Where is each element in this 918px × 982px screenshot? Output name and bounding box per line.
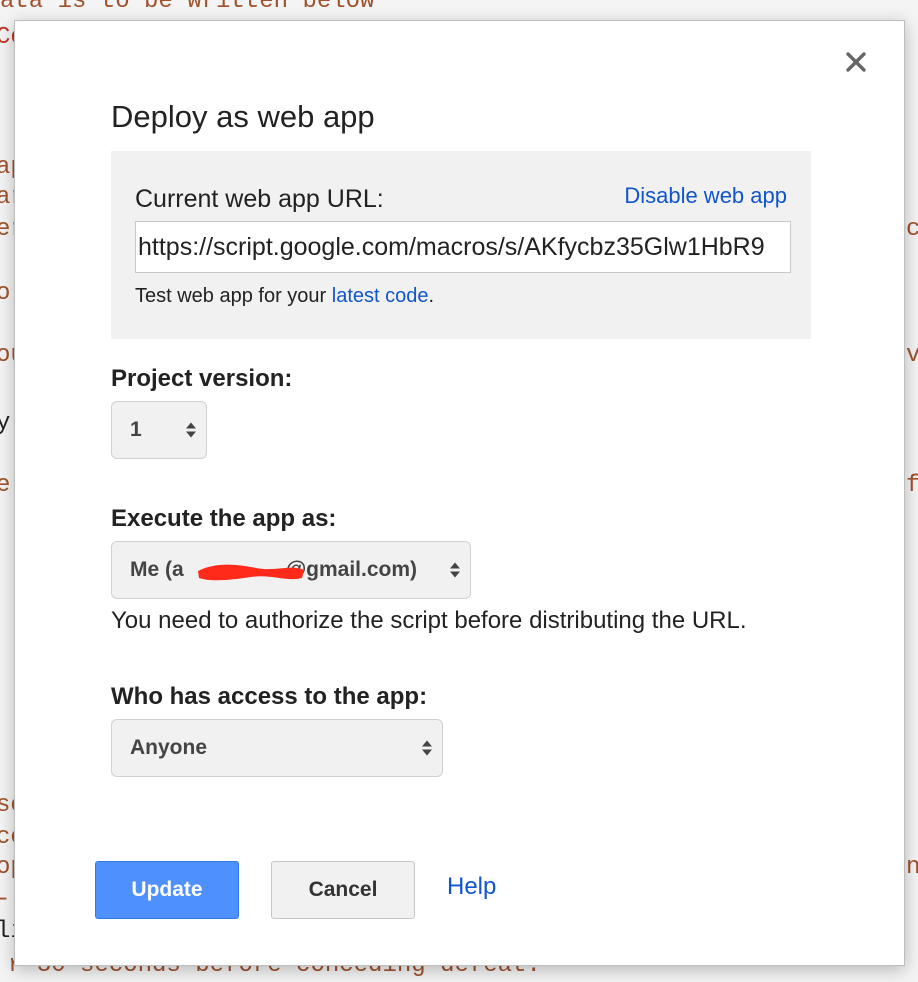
select-arrows-icon: [450, 562, 460, 578]
execute-as-select[interactable]: Me (a @gmail.com): [111, 541, 471, 599]
test-note-suffix: .: [428, 285, 435, 307]
close-icon: [846, 52, 866, 72]
execute-as-value: Me (a @gmail.com): [130, 558, 417, 582]
project-version-label: Project version:: [111, 365, 293, 392]
url-label: Current web app URL:: [135, 185, 384, 213]
project-version-value: 1: [130, 418, 142, 441]
code-line-fragment: v: [906, 342, 918, 369]
url-panel: Current web app URL: Disable web app htt…: [111, 151, 811, 339]
code-line: ata is to be written below: [0, 0, 375, 15]
redaction-mark: [198, 564, 304, 581]
test-note-prefix: Test web app for your: [135, 285, 332, 307]
latest-code-link[interactable]: latest code: [332, 285, 429, 307]
update-button[interactable]: Update: [95, 861, 239, 919]
execute-as-label: Execute the app as:: [111, 505, 337, 532]
select-arrows-icon: [422, 740, 432, 756]
project-version-select[interactable]: 1: [111, 401, 207, 459]
access-label: Who has access to the app:: [111, 683, 428, 710]
authorize-note: You need to authorize the script before …: [111, 607, 747, 634]
code-line-fragment: n: [906, 854, 918, 881]
help-link[interactable]: Help: [447, 873, 496, 901]
code-line: o: [0, 280, 11, 307]
dialog-title: Deploy as web app: [111, 99, 375, 134]
close-button[interactable]: [841, 47, 871, 77]
test-web-app-note: Test web app for your latest code.: [135, 285, 434, 308]
select-arrows-icon: [186, 422, 196, 438]
access-value: Anyone: [130, 736, 208, 759]
disable-web-app-link[interactable]: Disable web app: [624, 183, 787, 209]
cancel-button[interactable]: Cancel: [271, 861, 415, 919]
code-line-fragment: f: [906, 472, 918, 499]
deploy-dialog: Deploy as web app Current web app URL: D…: [14, 20, 905, 966]
access-select[interactable]: Anyone: [111, 719, 443, 777]
web-app-url-field[interactable]: https://script.google.com/macros/s/AKfyc…: [135, 221, 791, 273]
code-line-fragment: c: [906, 216, 918, 243]
execute-as-value-prefix: Me (a: [130, 558, 184, 581]
